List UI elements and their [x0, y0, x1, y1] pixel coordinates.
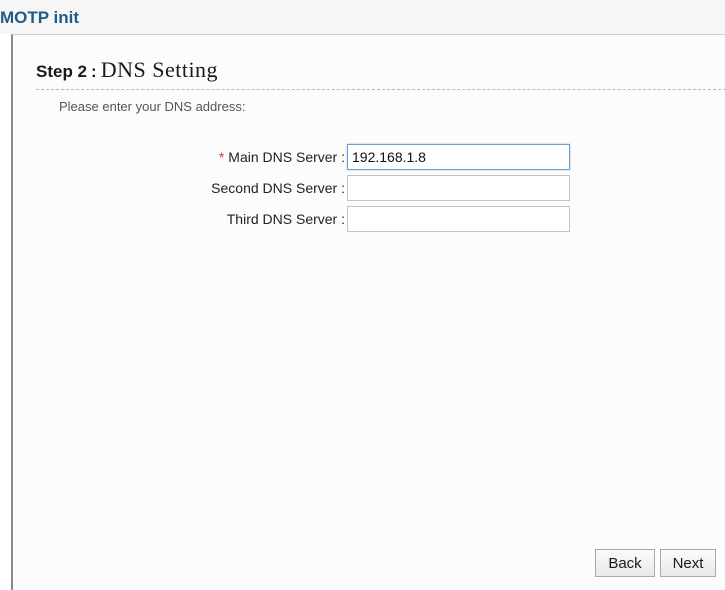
title-bar: MOTP init [0, 0, 725, 34]
wizard-panel: Step 2: DNS Setting Please enter your DNS… [11, 34, 725, 590]
heading-divider [36, 89, 725, 90]
main-dns-label: * Main DNS Server : [219, 149, 345, 165]
second-dns-label: Second DNS Server : [211, 180, 345, 196]
third-dns-input[interactable] [347, 206, 570, 232]
third-dns-label: Third DNS Server : [226, 211, 345, 227]
step-label: Step 2 [36, 62, 88, 81]
step-heading: Step 2: DNS Setting [36, 57, 218, 86]
step-separator: : [91, 62, 97, 81]
required-marker: * [218, 149, 225, 165]
main-dns-label-text: Main DNS Server : [228, 149, 345, 165]
second-dns-input[interactable] [347, 175, 570, 201]
app-title: MOTP init [0, 8, 80, 27]
instruction-text: Please enter your DNS address: [59, 99, 246, 114]
back-button[interactable]: Back [595, 549, 655, 577]
main-dns-row: * Main DNS Server : [13, 144, 725, 170]
main-dns-input[interactable] [347, 144, 570, 170]
second-dns-row: Second DNS Server : [13, 175, 725, 201]
step-title: DNS Setting [100, 57, 219, 82]
third-dns-row: Third DNS Server : [13, 206, 725, 232]
next-button[interactable]: Next [660, 549, 716, 577]
